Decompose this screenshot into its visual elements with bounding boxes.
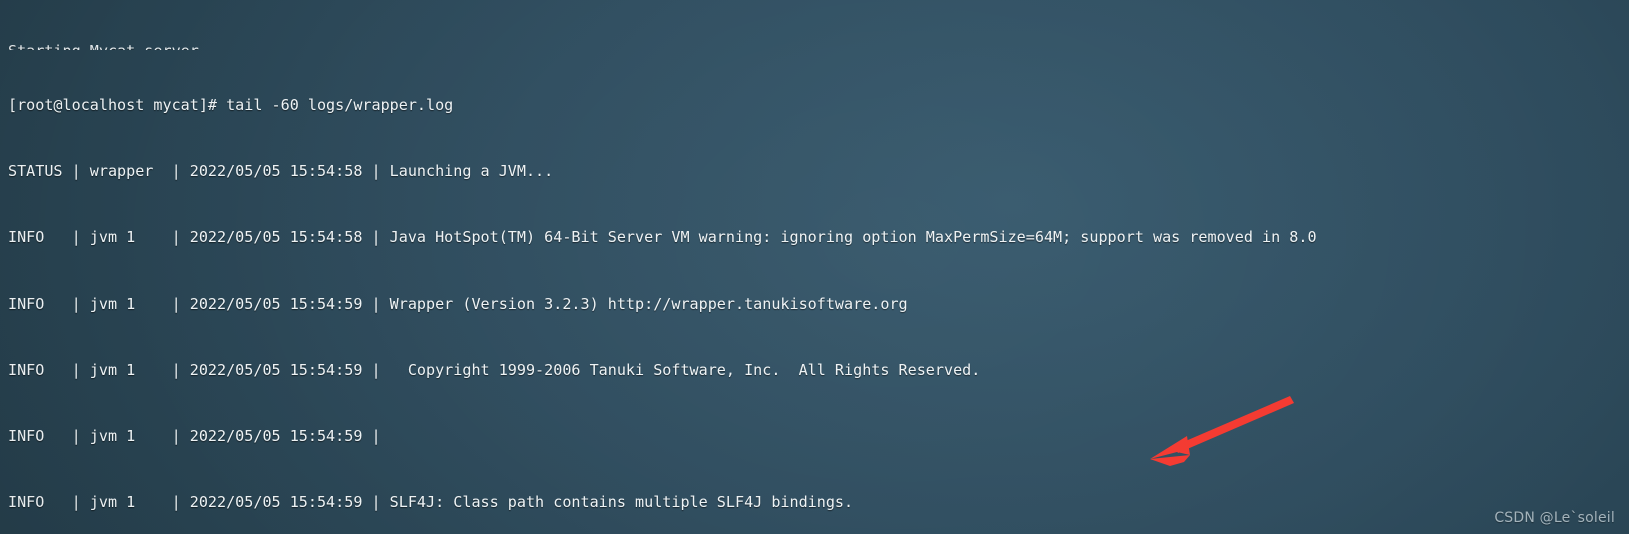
terminal-window[interactable]: Starting Mycat-server... [root@localhost… bbox=[0, 0, 1629, 534]
terminal-line: INFO | jvm 1 | 2022/05/05 15:54:59 | Cop… bbox=[8, 360, 981, 379]
terminal-line: INFO | jvm 1 | 2022/05/05 15:54:59 | SLF… bbox=[8, 492, 854, 511]
terminal-line: INFO | jvm 1 | 2022/05/05 15:54:58 | Jav… bbox=[8, 228, 1317, 247]
terminal-output: Starting Mycat-server... [root@localhost… bbox=[0, 0, 1629, 534]
terminal-line-clipped: Starting Mycat-server... bbox=[0, 40, 1629, 50]
terminal-prompt-line: [root@localhost mycat]# tail -60 logs/wr… bbox=[8, 96, 454, 115]
terminal-line: INFO | jvm 1 | 2022/05/05 15:54:59 | Wra… bbox=[8, 294, 908, 313]
csdn-watermark: CSDN @Le`soleil bbox=[1494, 509, 1615, 526]
terminal-line: STATUS | wrapper | 2022/05/05 15:54:58 |… bbox=[8, 162, 554, 181]
terminal-line: INFO | jvm 1 | 2022/05/05 15:54:59 | bbox=[8, 426, 381, 445]
